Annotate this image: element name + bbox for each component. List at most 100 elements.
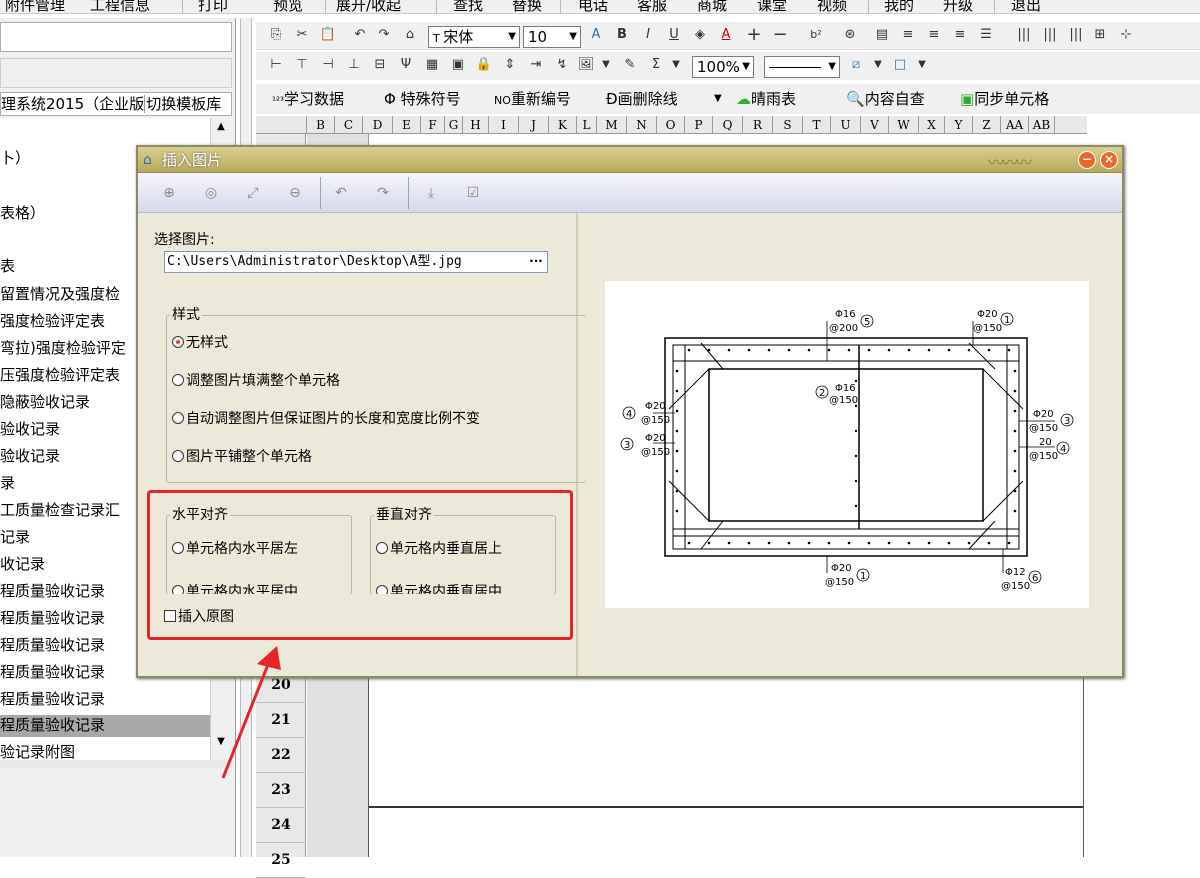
menu-preview[interactable]: 预览 xyxy=(273,0,303,13)
grid-icon[interactable]: ▦ xyxy=(422,55,442,75)
tree-item-selected[interactable]: 程质量验收记录 xyxy=(0,715,210,737)
barcode-icon[interactable]: ||| xyxy=(1066,25,1086,45)
plus-icon[interactable]: + xyxy=(744,25,764,45)
fork-icon[interactable]: Ψ xyxy=(396,55,416,75)
chevron-down-icon[interactable]: ▼ xyxy=(714,88,722,110)
content-check-button[interactable]: 🔍内容自查 xyxy=(846,88,925,110)
tree-item[interactable]: 卜） xyxy=(0,148,30,170)
tree-item[interactable]: 程质量验收记录 xyxy=(0,581,105,603)
style-keep-ratio-radio[interactable]: 自动调整图片但保证图片的长度和宽度比例不变 xyxy=(172,410,480,428)
column-header[interactable]: W xyxy=(889,116,919,134)
column-header[interactable]: V xyxy=(861,116,889,134)
format-painter-icon[interactable]: ⌂ xyxy=(400,25,420,45)
tree-item[interactable]: 程质量验收记录 xyxy=(0,689,105,711)
chevron-down-icon[interactable]: ▼ xyxy=(912,55,932,75)
dialog-title-bar[interactable]: ⌂ 插入图片 〰〰〰 − × xyxy=(138,147,1122,173)
close-icon[interactable]: × xyxy=(1100,151,1118,169)
column-header[interactable]: I xyxy=(489,116,519,134)
chevron-down-icon[interactable]: ▼ xyxy=(868,55,888,75)
font-enlarge-icon[interactable]: A xyxy=(586,25,606,45)
tree-item[interactable]: 强度检验评定表 xyxy=(0,311,105,333)
align-justify-icon[interactable]: ▤ xyxy=(872,25,892,45)
learn-data-button[interactable]: ¹²³学习数据 xyxy=(272,88,344,113)
column-header[interactable]: G xyxy=(445,116,463,134)
column-header[interactable]: K xyxy=(549,116,577,134)
row-header[interactable]: 25 xyxy=(256,843,306,878)
font-size-select[interactable]: 10 ▼ xyxy=(523,26,581,48)
switch-template-library-button[interactable]: 切换模板库 xyxy=(144,95,222,113)
image-path-input[interactable]: C:\Users\Administrator\Desktop\A型.jpg xyxy=(164,251,548,273)
tree-horizontal-scrollbar[interactable] xyxy=(0,760,232,768)
style-tile-radio[interactable]: 图片平铺整个单元格 xyxy=(172,448,312,466)
tree-item[interactable]: 留置情况及强度检 xyxy=(0,284,120,306)
column-header[interactable]: C xyxy=(335,116,363,134)
tree-item[interactable]: 录 xyxy=(0,473,15,495)
superscript-icon[interactable]: b² xyxy=(806,25,826,45)
corner-cell[interactable] xyxy=(256,116,307,134)
cut-icon[interactable]: ✂ xyxy=(292,25,312,45)
line-spacing-icon[interactable]: ⇕ xyxy=(500,55,520,75)
table-icon[interactable]: ⊟ xyxy=(370,55,390,75)
delete-row-icon[interactable]: ⊥ xyxy=(344,55,364,75)
save-icon[interactable]: ▣ xyxy=(448,55,468,75)
redo-icon[interactable]: ↷ xyxy=(374,25,394,45)
zoom-in-icon[interactable]: ⊕ xyxy=(158,183,180,203)
column-header[interactable]: AB xyxy=(1029,116,1055,134)
menu-expand[interactable]: 展开/收起 xyxy=(336,0,401,13)
font-name-select[interactable]: T 宋体 ▼ xyxy=(428,26,520,48)
column-header[interactable]: Y xyxy=(945,116,973,134)
rotate-left-icon[interactable]: ↶ xyxy=(330,183,352,203)
download-icon[interactable]: ⤓ xyxy=(420,183,442,203)
column-header[interactable]: T xyxy=(803,116,831,134)
tree-item[interactable]: 程质量验收记录 xyxy=(0,635,105,657)
image-icon[interactable]: 🖼 xyxy=(576,55,596,75)
tree-item[interactable]: 弯拉)强度检验评定 xyxy=(0,338,126,360)
indent-icon[interactable]: ⇥ xyxy=(526,55,546,75)
column-header[interactable]: D xyxy=(363,116,393,134)
style-fill-radio[interactable]: 调整图片填满整个单元格 xyxy=(172,372,340,390)
insert-row-icon[interactable]: ⊤ xyxy=(292,55,312,75)
column-header[interactable]: E xyxy=(393,116,421,134)
menu-attachments[interactable]: 附件管理 xyxy=(5,0,65,13)
browse-button[interactable]: ··· xyxy=(525,253,547,271)
wrap-icon[interactable]: ↯ xyxy=(552,55,572,75)
tree-item[interactable]: 程质量验收记录 xyxy=(0,608,105,630)
column-header[interactable]: AA xyxy=(1001,116,1029,134)
tree-item[interactable]: 验收记录 xyxy=(0,446,60,468)
menu-mall[interactable]: 商城 xyxy=(697,0,727,13)
align-left-icon[interactable]: ≡ xyxy=(898,25,918,45)
tree-item[interactable]: 表 xyxy=(0,256,15,278)
barcode-icon[interactable]: ||| xyxy=(1014,25,1034,45)
underline-icon[interactable]: U xyxy=(664,25,684,45)
renumber-button[interactable]: NO重新编号 xyxy=(494,88,571,112)
menu-mine[interactable]: 我的 xyxy=(884,0,914,13)
menu-find[interactable]: 查找 xyxy=(453,0,483,13)
copy-icon[interactable]: ⎘ xyxy=(266,25,286,45)
tree-item[interactable]: 收记录 xyxy=(0,554,45,576)
italic-icon[interactable]: I xyxy=(638,25,658,45)
font-color-icon[interactable]: A xyxy=(716,25,736,45)
column-header[interactable]: F xyxy=(421,116,445,134)
tree-item[interactable]: 隐蔽验收记录 xyxy=(0,392,90,414)
minimize-icon[interactable]: − xyxy=(1078,151,1096,169)
chevron-down-icon[interactable]: ▼ xyxy=(666,55,686,75)
edit-icon[interactable]: ✎ xyxy=(620,55,640,75)
special-symbol-button[interactable]: Φ 特殊符号 xyxy=(384,88,461,110)
chevron-down-icon[interactable]: ▼ xyxy=(596,55,616,75)
merge-icon[interactable]: ⊞ xyxy=(1090,25,1110,45)
column-header[interactable]: P xyxy=(685,116,713,134)
zoom-select[interactable]: 100% ▼ xyxy=(692,56,754,78)
column-header[interactable]: U xyxy=(831,116,861,134)
actual-size-icon[interactable]: ◎ xyxy=(200,183,222,203)
tree-item[interactable]: 压强度检验评定表 xyxy=(0,365,120,387)
column-header[interactable]: N xyxy=(627,116,657,134)
bold-icon[interactable]: B xyxy=(612,25,632,45)
column-header[interactable]: Q xyxy=(713,116,743,134)
tree-item[interactable]: 表格） xyxy=(0,203,45,225)
row-header[interactable]: 24 xyxy=(256,808,306,843)
distributed-icon[interactable]: ☰ xyxy=(976,25,996,45)
align-center-icon[interactable]: ≡ xyxy=(924,25,944,45)
column-header[interactable]: L xyxy=(577,116,597,134)
tree-item[interactable]: 工质量检查记录汇 xyxy=(0,500,120,522)
split-icon[interactable]: ⊹ xyxy=(1116,25,1136,45)
